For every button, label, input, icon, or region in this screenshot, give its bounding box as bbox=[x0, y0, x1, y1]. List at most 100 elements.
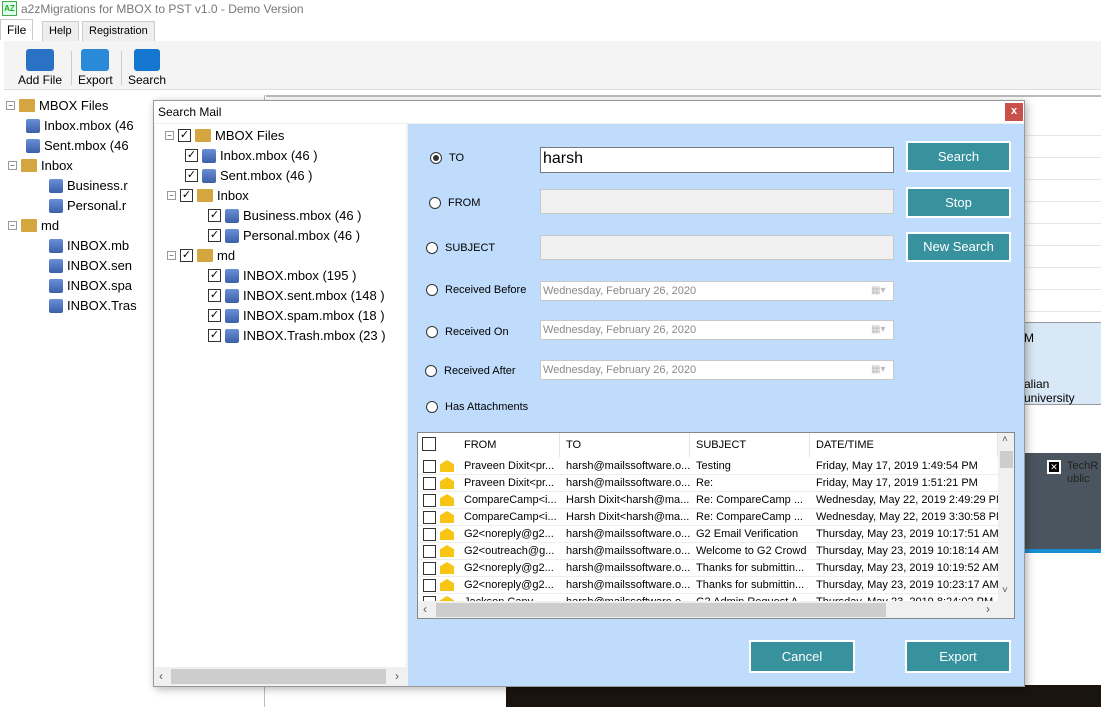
collapse-icon[interactable]: − bbox=[167, 251, 176, 260]
tree-node[interactable]: ✓ INBOX.sent.mbox (148 ) bbox=[208, 288, 385, 303]
tree-node[interactable]: ✓ Personal.mbox (46 ) bbox=[208, 228, 360, 243]
tree-node[interactable]: − ✓ Inbox bbox=[167, 188, 249, 203]
checkbox[interactable]: ✓ bbox=[185, 149, 198, 162]
add-file-button[interactable]: Add File bbox=[18, 49, 62, 87]
checkbox[interactable]: ✓ bbox=[185, 169, 198, 182]
tree-node[interactable]: INBOX.sen bbox=[49, 258, 132, 273]
scrollbar-thumb[interactable] bbox=[436, 603, 886, 617]
radio-icon[interactable] bbox=[425, 365, 437, 377]
tree-node[interactable]: INBOX.mb bbox=[49, 238, 129, 253]
table-row[interactable]: G2<noreply@g2... harsh@mailssoftware.o...… bbox=[418, 577, 998, 594]
radio-icon[interactable] bbox=[426, 401, 438, 413]
radio-icon[interactable] bbox=[430, 152, 442, 164]
column-header-datetime[interactable]: DATE/TIME bbox=[810, 433, 998, 457]
row-checkbox[interactable] bbox=[423, 460, 436, 473]
tree-node[interactable]: ✓ Sent.mbox (46 ) bbox=[185, 168, 313, 183]
scroll-up-icon[interactable]: ˄ bbox=[1002, 434, 1008, 445]
collapse-icon[interactable]: − bbox=[8, 161, 17, 170]
tab-file[interactable]: File bbox=[0, 19, 34, 40]
column-header-subject[interactable]: SUBJECT bbox=[690, 433, 810, 457]
row-checkbox[interactable] bbox=[423, 528, 436, 541]
collapse-icon[interactable]: − bbox=[167, 191, 176, 200]
to-input[interactable]: harsh bbox=[540, 147, 894, 173]
tree-horizontal-scrollbar[interactable]: ‹ › bbox=[155, 667, 406, 686]
calendar-dropdown-icon[interactable]: ▦▾ bbox=[871, 285, 887, 297]
radio-icon[interactable] bbox=[426, 284, 438, 296]
checkbox[interactable]: ✓ bbox=[208, 329, 221, 342]
has-attachments-radio[interactable]: Has Attachments bbox=[426, 401, 528, 413]
received-before-date[interactable]: Wednesday, February 26, 2020 ▦▾ bbox=[540, 281, 894, 301]
checkbox[interactable]: ✓ bbox=[208, 209, 221, 222]
table-row[interactable]: CompareCamp<i... Harsh Dixit<harsh@ma... R… bbox=[418, 492, 998, 509]
scroll-left-icon[interactable]: ‹ bbox=[159, 669, 163, 683]
tree-node[interactable]: Sent.mbox (46 bbox=[26, 138, 129, 153]
table-row[interactable]: Praveen Dixit<pr... harsh@mailssoftware.o… bbox=[418, 475, 998, 492]
from-radio[interactable]: FROM bbox=[429, 197, 480, 209]
table-row[interactable]: CompareCamp<i... Harsh Dixit<harsh@ma... R… bbox=[418, 509, 998, 526]
search-button[interactable]: Search bbox=[906, 141, 1011, 172]
tree-node[interactable]: ✓ INBOX.mbox (195 ) bbox=[208, 268, 356, 283]
tab-registration[interactable]: Registration bbox=[82, 21, 155, 41]
tree-node[interactable]: ✓ INBOX.Trash.mbox (23 ) bbox=[208, 328, 386, 343]
calendar-dropdown-icon[interactable]: ▦▾ bbox=[871, 364, 887, 376]
checkbox[interactable]: ✓ bbox=[208, 269, 221, 282]
export-button[interactable]: Export bbox=[905, 640, 1011, 673]
radio-icon[interactable] bbox=[426, 326, 438, 338]
collapse-icon[interactable]: − bbox=[165, 131, 174, 140]
received-before-radio[interactable]: Received Before bbox=[426, 284, 526, 296]
table-horizontal-scrollbar[interactable]: ‹ › bbox=[418, 601, 1014, 618]
row-checkbox[interactable] bbox=[423, 494, 436, 507]
row-checkbox[interactable] bbox=[423, 477, 436, 490]
received-on-date[interactable]: Wednesday, February 26, 2020 ▦▾ bbox=[540, 320, 894, 340]
scroll-left-icon[interactable]: ‹ bbox=[423, 602, 427, 616]
new-search-button[interactable]: New Search bbox=[906, 232, 1011, 262]
scroll-down-icon[interactable]: ˅ bbox=[1002, 585, 1008, 596]
tree-node[interactable]: Business.r bbox=[49, 178, 128, 193]
from-input[interactable] bbox=[540, 189, 894, 214]
scroll-right-icon[interactable]: › bbox=[395, 669, 399, 683]
tree-node[interactable]: ✓ INBOX.spam.mbox (18 ) bbox=[208, 308, 385, 323]
collapse-icon[interactable]: − bbox=[6, 101, 15, 110]
stop-button[interactable]: Stop bbox=[906, 187, 1011, 218]
tree-node[interactable]: ✓ Inbox.mbox (46 ) bbox=[185, 148, 318, 163]
table-row[interactable]: G2<outreach@g... harsh@mailssoftware.o...… bbox=[418, 543, 998, 560]
cancel-button[interactable]: Cancel bbox=[749, 640, 855, 673]
checkbox[interactable]: ✓ bbox=[180, 249, 193, 262]
collapse-icon[interactable]: − bbox=[8, 221, 17, 230]
subject-input[interactable] bbox=[540, 235, 894, 260]
checkbox[interactable]: ✓ bbox=[208, 229, 221, 242]
table-row[interactable]: Praveen Dixit<pr... harsh@mailssoftware.o… bbox=[418, 458, 998, 475]
column-header-from[interactable]: FROM bbox=[458, 433, 560, 457]
row-checkbox[interactable] bbox=[423, 511, 436, 524]
column-header-to[interactable]: TO bbox=[560, 433, 690, 457]
checkbox[interactable]: ✓ bbox=[178, 129, 191, 142]
table-row[interactable]: G2<noreply@g2... harsh@mailssoftware.o...… bbox=[418, 526, 998, 543]
tab-help[interactable]: Help bbox=[42, 21, 79, 41]
scrollbar-thumb[interactable] bbox=[1000, 451, 1013, 468]
scroll-right-icon[interactable]: › bbox=[986, 602, 990, 616]
subject-radio[interactable]: SUBJECT bbox=[426, 242, 495, 254]
row-checkbox[interactable] bbox=[423, 545, 436, 558]
tree-node[interactable]: INBOX.Tras bbox=[49, 298, 137, 313]
tree-node[interactable]: Personal.r bbox=[49, 198, 126, 213]
tree-node[interactable]: Inbox.mbox (46 bbox=[26, 118, 134, 133]
tree-node[interactable]: − ✓ md bbox=[167, 248, 235, 263]
received-after-date[interactable]: Wednesday, February 26, 2020 ▦▾ bbox=[540, 360, 894, 380]
radio-icon[interactable] bbox=[429, 197, 441, 209]
row-checkbox[interactable] bbox=[423, 579, 436, 592]
select-all-checkbox[interactable] bbox=[422, 437, 436, 451]
export-button[interactable]: Export bbox=[78, 49, 113, 87]
received-after-radio[interactable]: Received After bbox=[425, 365, 516, 377]
search-button[interactable]: Search bbox=[128, 49, 166, 87]
vertical-scrollbar[interactable]: ˄ ˅ bbox=[998, 433, 1014, 601]
radio-icon[interactable] bbox=[426, 242, 438, 254]
checkbox[interactable]: ✓ bbox=[208, 289, 221, 302]
received-on-radio[interactable]: Received On bbox=[426, 326, 509, 338]
tree-node[interactable]: ✓ Business.mbox (46 ) bbox=[208, 208, 362, 223]
checkbox[interactable]: ✓ bbox=[208, 309, 221, 322]
row-checkbox[interactable] bbox=[423, 562, 436, 575]
calendar-dropdown-icon[interactable]: ▦▾ bbox=[871, 324, 887, 336]
to-radio[interactable]: TO bbox=[430, 152, 464, 164]
table-row[interactable]: G2<noreply@g2... harsh@mailssoftware.o...… bbox=[418, 560, 998, 577]
tree-node-root[interactable]: − ✓ MBOX Files bbox=[165, 128, 284, 143]
